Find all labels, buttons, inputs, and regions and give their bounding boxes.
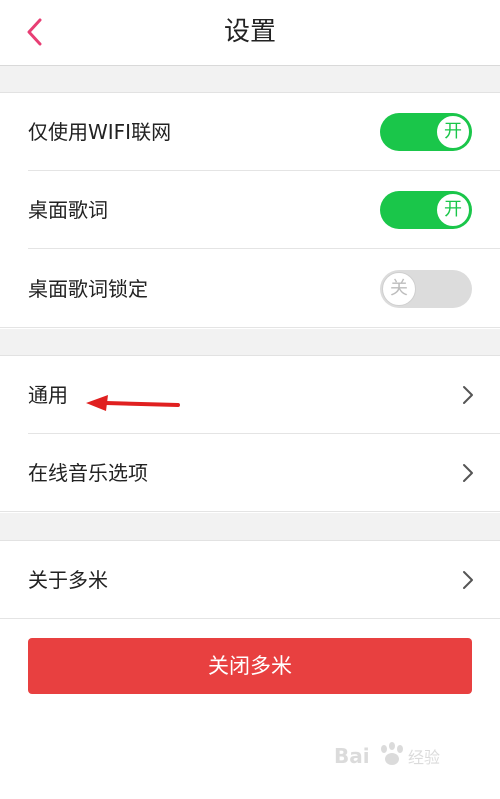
toggle-knob: 开 (436, 193, 470, 227)
divider (0, 327, 500, 328)
setting-row-wifi-only: 仅使用WIFI联网 开 (0, 92, 500, 171)
page-title: 设置 (223, 17, 276, 47)
baidu-watermark: Bai 经验 (330, 735, 470, 775)
svg-text:Bai: Bai (334, 744, 370, 768)
setting-row-desktop-lyrics: 桌面歌词 开 (0, 171, 500, 249)
toggle-knob: 开 (436, 115, 470, 149)
nav-item-general[interactable]: 通用 (0, 355, 500, 434)
section-gap (0, 66, 500, 92)
close-app-button[interactable]: 关闭多米 (28, 638, 472, 694)
lyrics-lock-toggle[interactable]: 关 (380, 270, 472, 308)
section-gap (0, 329, 500, 355)
section-gap (0, 513, 500, 540)
desktop-lyrics-toggle[interactable]: 开 (380, 191, 472, 229)
setting-label: 桌面歌词锁定 (28, 277, 148, 301)
nav-label: 关于多米 (28, 568, 108, 592)
annotation-arrow-icon (86, 395, 180, 411)
setting-label: 桌面歌词 (28, 198, 108, 222)
nav-label: 通用 (28, 383, 68, 407)
nav-label: 在线音乐选项 (28, 461, 148, 485)
top-bar: 设置 (0, 0, 500, 66)
chevron-right-icon (463, 464, 473, 482)
setting-label: 仅使用WIFI联网 (28, 120, 172, 144)
chevron-right-icon (463, 571, 473, 589)
divider (0, 511, 500, 512)
divider (28, 248, 500, 249)
chevron-right-icon (463, 386, 473, 404)
nav-item-online-music[interactable]: 在线音乐选项 (0, 434, 500, 512)
settings-screen: 设置 仅使用WIFI联网 开 桌面歌词 开 桌面歌词锁定 关 通用 在线音乐选项 (0, 0, 500, 799)
toggle-knob: 关 (382, 272, 416, 306)
baidu-paw-icon: Bai 经验 (334, 742, 440, 768)
nav-item-about[interactable]: 关于多米 (0, 540, 500, 619)
svg-text:经验: 经验 (408, 748, 440, 767)
setting-row-lyrics-lock: 桌面歌词锁定 关 (0, 250, 500, 328)
divider (0, 618, 500, 619)
wifi-only-toggle[interactable]: 开 (380, 113, 472, 151)
